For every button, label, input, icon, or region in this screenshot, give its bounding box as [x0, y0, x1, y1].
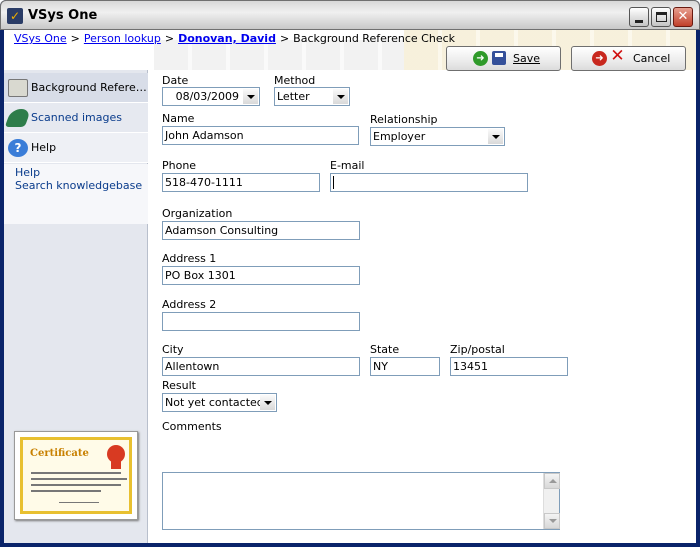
app-window: ✓ VSys One ✕ VSys One > Person lookup > Dono…	[0, 0, 700, 547]
sidebar-item-scanned-images[interactable]: Scanned images	[4, 103, 148, 133]
address1-label: Address 1	[162, 252, 217, 265]
date-label: Date	[162, 74, 189, 87]
maximize-button[interactable]	[651, 7, 671, 27]
scroll-up-arrow-icon[interactable]	[544, 473, 560, 489]
sidebar-item-label: Help	[31, 141, 57, 154]
text-caret	[333, 176, 334, 189]
date-value: 08/03/2009	[175, 90, 239, 103]
sidebar: Background Reference Check Scanned image…	[4, 70, 148, 543]
method-select[interactable]: Letter	[274, 87, 350, 106]
address1-field[interactable]: PO Box 1301	[162, 266, 360, 285]
comments-label: Comments	[162, 420, 222, 433]
sidebar-item-background-reference[interactable]: Background Reference Check	[4, 73, 148, 103]
printer-icon	[8, 79, 28, 97]
app-logo-icon: ✓	[7, 8, 23, 24]
close-window-button[interactable]: ✕	[673, 7, 693, 27]
email-label: E-mail	[330, 159, 365, 172]
sidebar-item-help[interactable]: ? Help	[4, 133, 148, 163]
close-icon: ✕	[677, 9, 689, 24]
help-links: Help Search knowledgebase	[4, 164, 148, 224]
state-label: State	[370, 343, 400, 356]
email-field[interactable]	[330, 173, 528, 192]
help-link[interactable]: Help	[15, 166, 40, 179]
breadcrumb-person-lookup-link[interactable]: Person lookup	[84, 32, 161, 45]
comments-textarea[interactable]	[162, 472, 560, 530]
chevron-down-icon[interactable]	[260, 395, 275, 410]
ribbon-icon	[111, 460, 121, 469]
breadcrumb-person-link[interactable]: Donovan, David	[178, 32, 276, 45]
relationship-value: Employer	[373, 130, 426, 143]
city-field[interactable]: Allentown	[162, 357, 360, 376]
save-button[interactable]: ➜ Save	[446, 46, 561, 71]
date-picker[interactable]: 08/03/2009	[162, 87, 260, 106]
client-area: VSys One > Person lookup > Donovan, David > Ba…	[4, 30, 696, 543]
phone-field[interactable]: 518-470-1111	[162, 173, 320, 192]
phone-label: Phone	[162, 159, 197, 172]
cancel-button[interactable]: ➜ ✕ Cancel	[571, 46, 686, 71]
address2-field[interactable]	[162, 312, 360, 331]
scroll-down-arrow-icon[interactable]	[544, 513, 560, 529]
organization-label: Organization	[162, 207, 233, 220]
search-knowledgebase-link[interactable]: Search knowledgebase	[15, 179, 142, 192]
title-bar[interactable]: ✓ VSys One ✕	[0, 0, 700, 30]
address2-label: Address 2	[162, 298, 217, 311]
minimize-icon	[635, 20, 643, 23]
sidebar-item-label: Background Reference Check	[31, 81, 148, 94]
back-arrow-icon: ➜	[592, 51, 607, 66]
cancel-x-icon: ✕	[610, 46, 625, 66]
method-value: Letter	[277, 90, 310, 103]
sidebar-item-label: Scanned images	[31, 111, 122, 124]
minimize-button[interactable]	[629, 7, 649, 27]
result-value: Not yet contacted	[165, 396, 264, 409]
cancel-button-label: Cancel	[633, 52, 671, 65]
method-label: Method	[274, 74, 316, 87]
reference-check-form: Date 08/03/2009 Method Letter Name John …	[148, 70, 696, 543]
window-title: VSys One	[28, 8, 98, 23]
save-disk-icon	[492, 51, 506, 65]
result-label: Result	[162, 379, 196, 392]
zip-label: Zip/postal	[450, 343, 505, 356]
chevron-down-icon[interactable]	[333, 89, 348, 104]
chevron-down-icon[interactable]	[243, 89, 258, 104]
zip-field[interactable]: 13451	[450, 357, 568, 376]
help-icon: ?	[8, 139, 28, 157]
comments-scrollbar[interactable]	[543, 473, 560, 529]
result-select[interactable]: Not yet contacted	[162, 393, 277, 412]
breadcrumb: VSys One > Person lookup > Donovan, David > Ba…	[14, 32, 456, 45]
go-arrow-icon: ➜	[473, 51, 488, 66]
relationship-select[interactable]: Employer	[370, 127, 505, 146]
save-button-label: Save	[513, 52, 541, 65]
relationship-label: Relationship	[370, 113, 438, 126]
name-field[interactable]: John Adamson	[162, 126, 359, 145]
scanner-icon	[4, 109, 32, 127]
chevron-down-icon[interactable]	[488, 129, 503, 144]
maximize-icon	[656, 12, 667, 22]
certificate-image: Certificate	[14, 431, 138, 520]
city-label: City	[162, 343, 184, 356]
breadcrumb-current: Background Reference Check	[293, 32, 456, 45]
state-field[interactable]: NY	[370, 357, 440, 376]
name-label: Name	[162, 112, 195, 125]
certificate-title: Certificate	[30, 448, 89, 459]
breadcrumb-home-link[interactable]: VSys One	[14, 32, 67, 45]
organization-field[interactable]: Adamson Consulting	[162, 221, 360, 240]
